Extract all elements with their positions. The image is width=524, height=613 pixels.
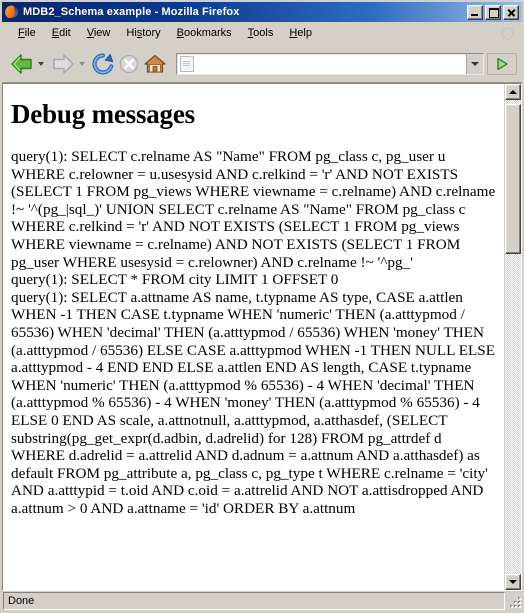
scrollbar-thumb[interactable] (505, 104, 521, 254)
address-input[interactable] (197, 54, 466, 73)
title-bar: MDB2_Schema example - Mozilla Firefox (2, 2, 522, 22)
caption-buttons (467, 4, 520, 20)
menu-item-edit[interactable]: Edit (44, 25, 79, 41)
scroll-down-button[interactable] (505, 574, 521, 590)
go-button[interactable] (487, 52, 517, 75)
close-button[interactable] (503, 4, 519, 20)
menu-item-bookmarks[interactable]: Bookmarks (169, 25, 240, 41)
scrollbar-track[interactable] (505, 100, 521, 574)
throbber-icon (500, 26, 515, 41)
debug-message-line: query(1): SELECT * FROM city LIMIT 1 OFF… (11, 271, 339, 289)
menu-item-file[interactable]: File (10, 25, 44, 41)
address-bar[interactable] (176, 52, 484, 75)
triangle-up-icon (509, 90, 517, 94)
scroll-up-button[interactable] (505, 84, 521, 100)
home-button[interactable] (142, 50, 168, 78)
menu-item-help[interactable]: Help (281, 25, 320, 41)
debug-message-line: query(1): SELECT a.attname AS name, t.ty… (11, 288, 495, 517)
navigation-toolbar (2, 45, 522, 83)
maximize-button[interactable] (485, 4, 501, 20)
menu-item-history[interactable]: History (118, 25, 168, 41)
page-title: Debug messages (11, 99, 195, 129)
address-dropdown-icon[interactable] (466, 53, 483, 74)
menu-bar: File Edit View History Bookmarks Tools H… (2, 22, 522, 45)
reload-button[interactable] (90, 50, 116, 78)
web-page: Debug messages query(1): SELECT c.relnam… (3, 84, 504, 590)
browser-window: MDB2_Schema example - Mozilla Firefox Fi… (0, 0, 524, 613)
menu-item-view[interactable]: View (79, 25, 119, 41)
debug-message-line: query(1): SELECT c.relname AS "Name" FRO… (11, 148, 496, 271)
back-dropdown-icon[interactable] (38, 61, 44, 66)
status-bar: Done (2, 591, 522, 611)
minimize-button[interactable] (467, 4, 483, 20)
forward-button (49, 50, 77, 78)
triangle-down-icon (509, 580, 517, 584)
content-area: Debug messages query(1): SELECT c.relnam… (2, 83, 522, 591)
page-document-icon (180, 55, 194, 72)
back-button[interactable] (8, 50, 36, 78)
firefox-icon (3, 5, 19, 19)
menu-item-tools[interactable]: Tools (240, 25, 282, 41)
resize-grip[interactable] (506, 593, 522, 609)
stop-button (116, 50, 142, 78)
window-title: MDB2_Schema example - Mozilla Firefox (23, 6, 240, 18)
forward-dropdown-icon (79, 61, 85, 66)
status-text: Done (3, 592, 505, 610)
vertical-scrollbar[interactable] (504, 84, 521, 590)
